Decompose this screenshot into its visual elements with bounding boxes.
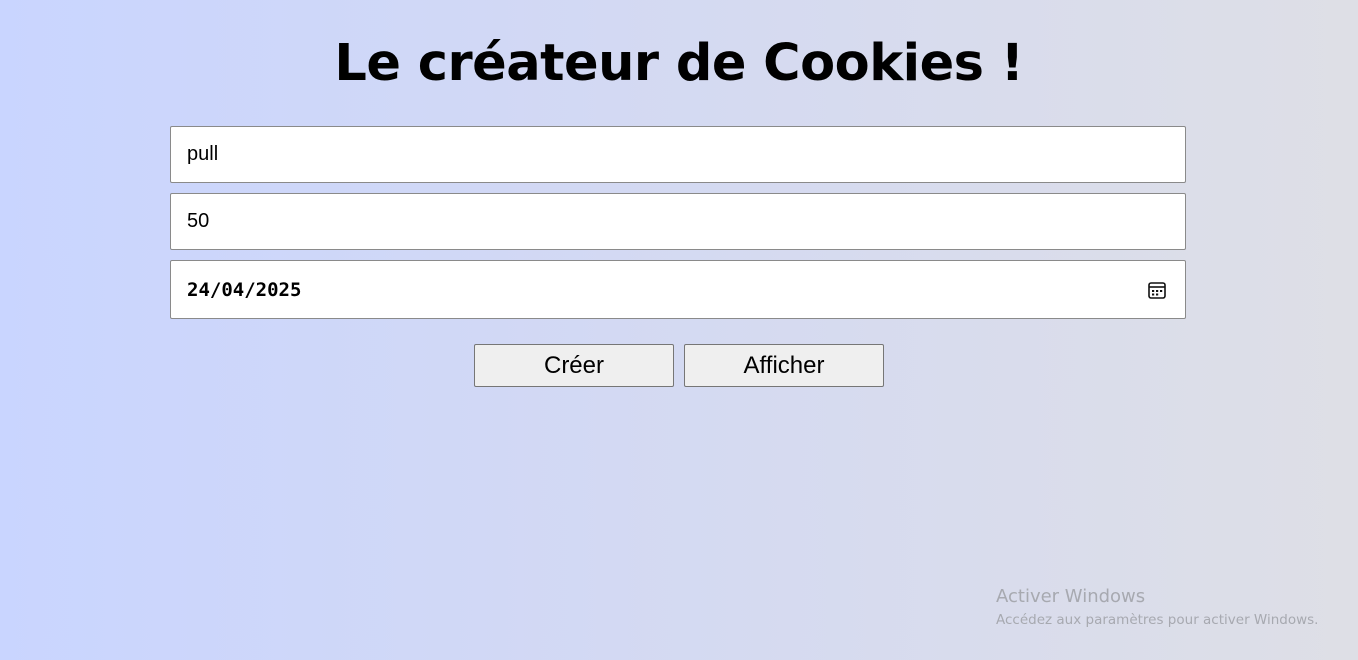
name-input[interactable]: pull — [170, 126, 1186, 183]
show-button[interactable]: Afficher — [684, 344, 884, 387]
page-title: Le créateur de Cookies ! — [334, 34, 1024, 93]
name-input-value: pull — [187, 143, 219, 165]
date-input[interactable]: 24/04/2025 — [170, 260, 1186, 319]
calendar-icon[interactable] — [1147, 280, 1167, 300]
date-input-value: 24/04/2025 — [187, 278, 302, 301]
quantity-input[interactable]: 50 — [170, 193, 1186, 250]
windows-activation-watermark: Activer Windows Accédez aux paramètres p… — [996, 585, 1318, 631]
quantity-input-value: 50 — [187, 210, 210, 232]
create-button[interactable]: Créer — [474, 344, 674, 387]
watermark-subtitle: Accédez aux paramètres pour activer Wind… — [996, 612, 1319, 628]
watermark-title: Activer Windows — [996, 586, 1146, 607]
